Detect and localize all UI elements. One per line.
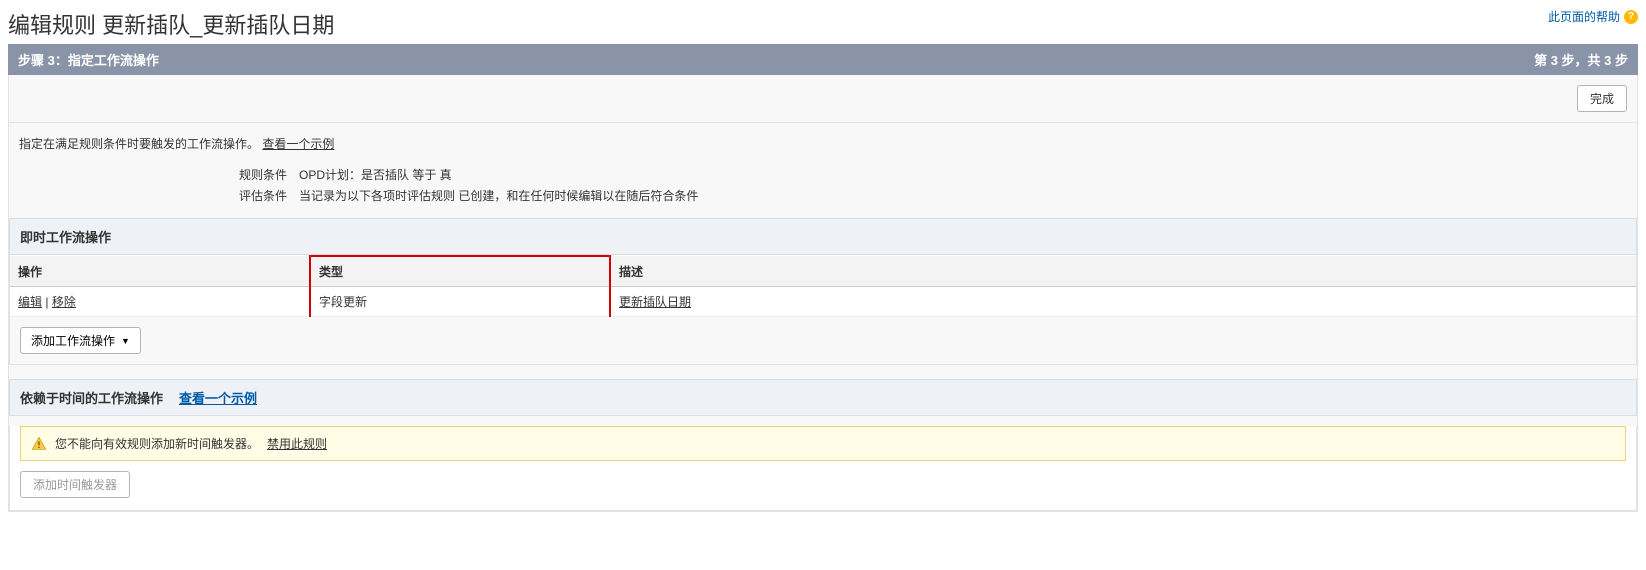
timed-section-header: 依赖于时间的工作流操作 查看一个示例 xyxy=(9,379,1637,416)
page-title: 编辑规则 更新插队_更新插队日期 xyxy=(8,8,334,40)
eval-condition-label: 评估条件 xyxy=(19,187,299,204)
done-button[interactable]: 完成 xyxy=(1577,85,1627,112)
eval-condition-value: 当记录为以下各项时评估规则 已创建，和在任何时候编辑以在随后符合条件 xyxy=(299,187,698,204)
example-link-2[interactable]: 查看一个示例 xyxy=(179,388,257,407)
actions-table: 操作 类型 描述 编辑 | 移除 字段更新 更新插队日期 xyxy=(10,255,1636,317)
immediate-section-header: 即时工作流操作 xyxy=(9,218,1637,255)
warning-icon xyxy=(31,436,47,452)
immediate-section-title: 即时工作流操作 xyxy=(20,227,111,246)
col-action-header: 操作 xyxy=(10,256,310,287)
edit-link[interactable]: 编辑 xyxy=(18,295,42,309)
step-header-left: 步骤 3：指定工作流操作 xyxy=(18,50,159,69)
eval-condition-row: 评估条件 当记录为以下各项时评估规则 已创建，和在任何时候编辑以在随后符合条件 xyxy=(19,185,1627,206)
top-button-bar: 完成 xyxy=(9,75,1637,123)
rule-condition-label: 规则条件 xyxy=(19,166,299,183)
instruction-row: 指定在满足规则条件时要触发的工作流操作。 查看一个示例 xyxy=(9,123,1637,164)
description-link[interactable]: 更新插队日期 xyxy=(619,295,691,309)
warning-text: 您不能向有效规则添加新时间触发器。 xyxy=(55,435,259,452)
remove-link[interactable]: 移除 xyxy=(52,295,76,309)
type-cell: 字段更新 xyxy=(310,287,610,317)
instruction-text: 指定在满足规则条件时要触发的工作流操作。 xyxy=(19,137,262,151)
step-header-right: 第 3 步，共 3 步 xyxy=(1534,50,1628,69)
conditions-block: 规则条件 OPD计划：是否插队 等于 真 评估条件 当记录为以下各项时评估规则 … xyxy=(9,164,1637,218)
action-cell: 编辑 | 移除 xyxy=(10,287,310,317)
rule-condition-row: 规则条件 OPD计划：是否插队 等于 真 xyxy=(19,164,1627,185)
timed-section-title: 依赖于时间的工作流操作 xyxy=(20,388,163,407)
disable-rule-link[interactable]: 禁用此规则 xyxy=(267,435,327,452)
col-type-header: 类型 xyxy=(310,256,610,287)
help-link[interactable]: 此页面的帮助 ? xyxy=(1548,8,1638,25)
help-link-text: 此页面的帮助 xyxy=(1548,8,1620,25)
trigger-button-row: 添加时间触发器 xyxy=(10,471,1636,510)
table-row: 编辑 | 移除 字段更新 更新插队日期 xyxy=(10,287,1636,317)
add-workflow-action-label: 添加工作流操作 xyxy=(31,332,115,349)
add-time-trigger-button[interactable]: 添加时间触发器 xyxy=(20,471,130,498)
col-description-header: 描述 xyxy=(610,256,1636,287)
chevron-down-icon: ▼ xyxy=(121,336,130,346)
timed-section-body: 您不能向有效规则添加新时间触发器。 禁用此规则 添加时间触发器 xyxy=(9,426,1637,511)
table-header-row: 操作 类型 描述 xyxy=(10,256,1636,287)
immediate-section-body: 操作 类型 描述 编辑 | 移除 字段更新 更新插队日期 xyxy=(9,255,1637,365)
rule-condition-value: OPD计划：是否插队 等于 真 xyxy=(299,166,452,183)
example-link-1[interactable]: 查看一个示例 xyxy=(262,137,334,151)
add-action-row: 添加工作流操作 ▼ xyxy=(10,317,1636,364)
step-content: 完成 指定在满足规则条件时要触发的工作流操作。 查看一个示例 规则条件 OPD计… xyxy=(8,75,1638,512)
step-header: 步骤 3：指定工作流操作 第 3 步，共 3 步 xyxy=(8,44,1638,75)
help-icon: ? xyxy=(1624,10,1638,24)
description-cell: 更新插队日期 xyxy=(610,287,1636,317)
warning-box: 您不能向有效规则添加新时间触发器。 禁用此规则 xyxy=(20,426,1626,461)
add-workflow-action-button[interactable]: 添加工作流操作 ▼ xyxy=(20,327,141,354)
